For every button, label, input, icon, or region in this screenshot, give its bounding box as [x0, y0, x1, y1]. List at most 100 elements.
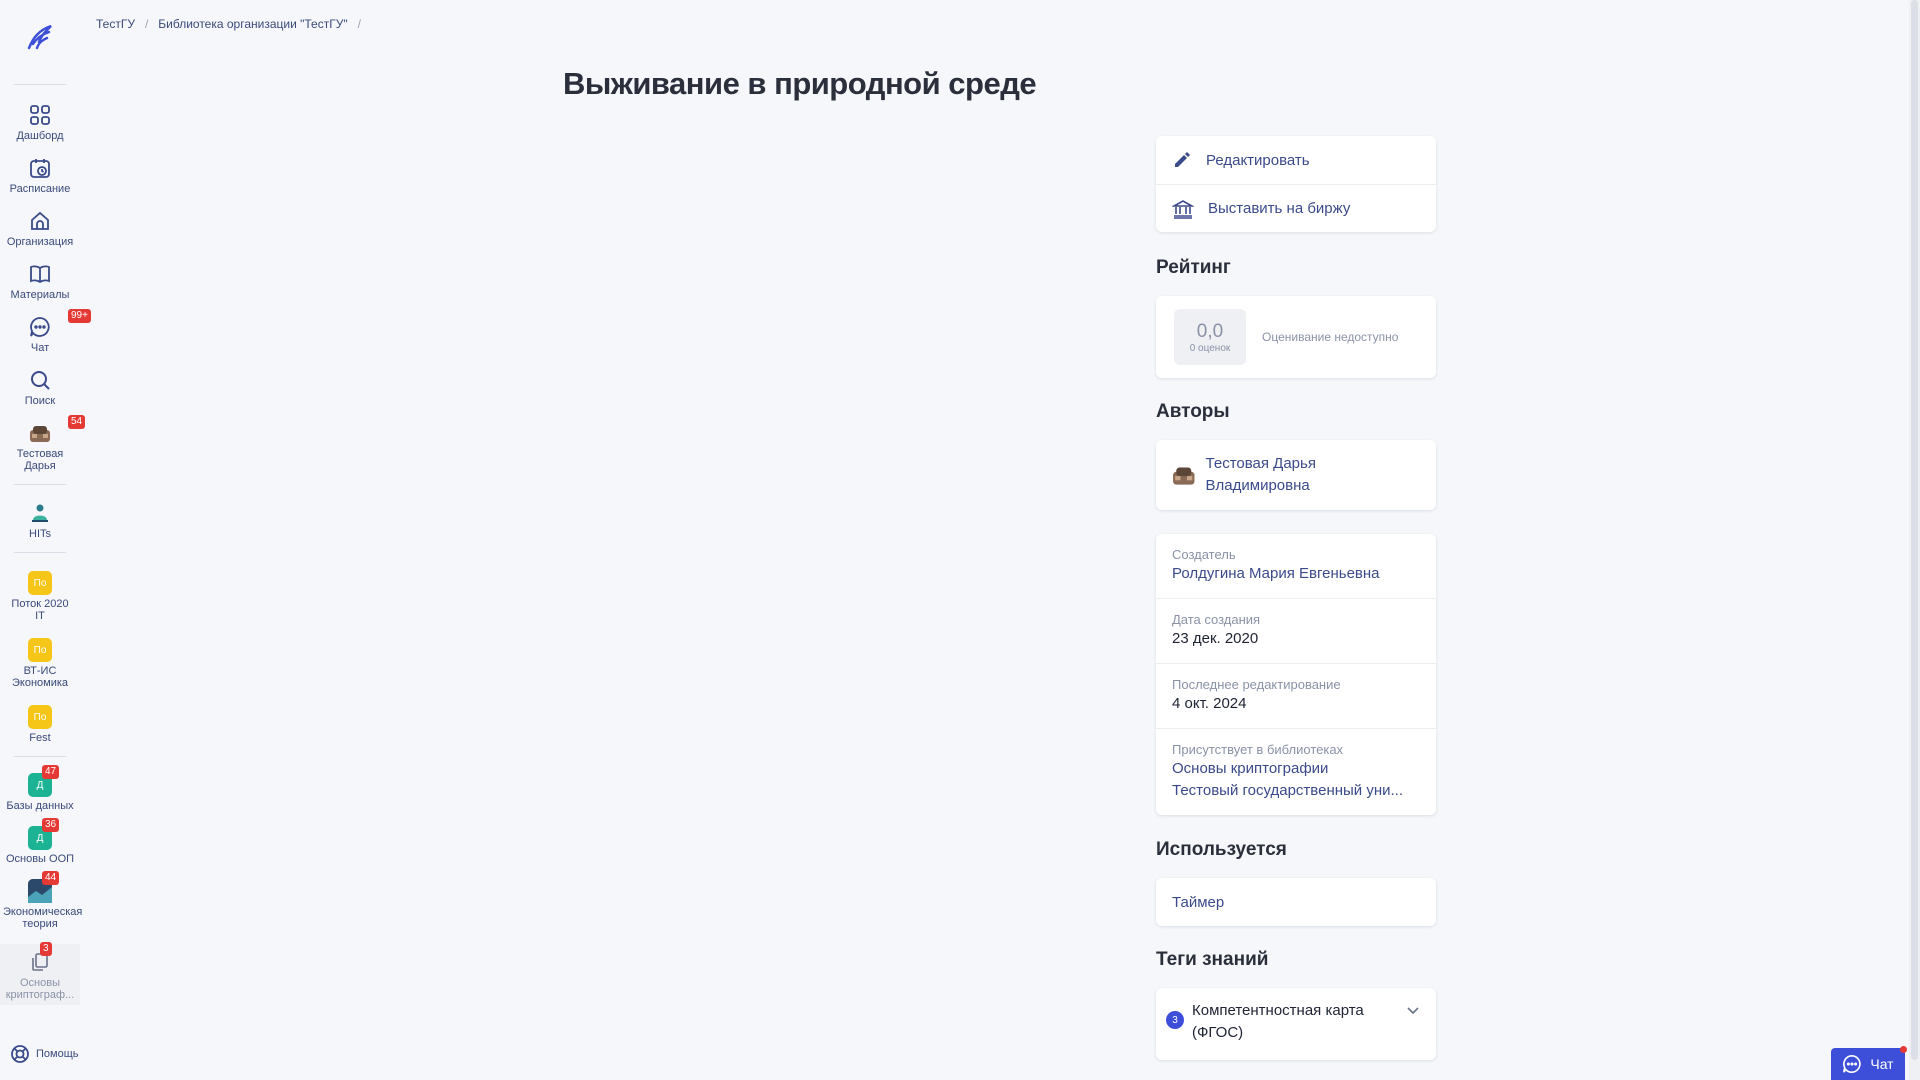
sidebar-item-course-oop[interactable]: Д 36 Основы ООП	[0, 818, 80, 865]
sidebar-item-label: Основы ООП	[5, 853, 75, 865]
sidebar-item-label: HITs	[29, 528, 51, 540]
course-badge: 44	[42, 871, 60, 885]
sidebar-item-label: Расписание	[9, 183, 71, 195]
search-icon	[28, 368, 52, 392]
sidebar-item-label: Fest	[29, 732, 51, 744]
sidebar-item-course-crypto[interactable]: 3 Основы криптограф...	[0, 942, 80, 1005]
rating-count: 0 оценок	[1189, 342, 1231, 354]
avatar: 54	[28, 415, 86, 445]
creator-label: Создатель	[1172, 547, 1236, 562]
creator-link[interactable]: Ролдугина Мария Евгеньевна	[1172, 563, 1420, 585]
breadcrumb-item[interactable]: ТестГУ	[96, 17, 135, 31]
sidebar-item-label: Поиск	[24, 395, 56, 407]
sidebar-item-label: Основы криптограф...	[5, 977, 75, 1001]
tag-item[interactable]: 3 Компетентностная карта (ФГОС)	[1156, 988, 1436, 1060]
used-item[interactable]: Таймер	[1156, 878, 1436, 926]
chat-fab-label: Чат	[1870, 1056, 1894, 1072]
rating-heading: Рейтинг	[1156, 257, 1231, 278]
course-badge: 47	[42, 765, 60, 779]
hits-logo-icon	[28, 501, 52, 525]
sidebar-item-dashboard[interactable]: Дашборд	[0, 103, 80, 142]
created-date: 23 дек. 2020	[1172, 630, 1259, 647]
library-link[interactable]: Основы криптографии	[1172, 758, 1420, 780]
sidebar-item-profile[interactable]: 54 Тестовая Дарья	[0, 415, 86, 472]
edited-label: Последнее редактирование	[1172, 677, 1341, 692]
library-link[interactable]: Тестовый государственный уни...	[1172, 780, 1420, 802]
sidebar-item-stream-fest[interactable]: По Fest	[0, 705, 80, 744]
chat-icon: 99+	[28, 309, 91, 339]
edited-date: 4 окт. 2024	[1172, 695, 1247, 712]
breadcrumb: ТестГУ / Библиотека организации "ТестГУ"…	[96, 17, 361, 31]
breadcrumb-separator: /	[357, 17, 361, 31]
exchange-button[interactable]: Выставить на биржу	[1156, 184, 1436, 232]
rating-note: Оценивание недоступно	[1262, 330, 1399, 344]
authors-heading: Авторы	[1156, 401, 1230, 422]
sidebar-item-hits[interactable]: HITs	[0, 501, 80, 540]
sidebar-item-chat[interactable]: 99+ Чат	[0, 309, 91, 354]
chat-icon	[1843, 1054, 1862, 1073]
sidebar-item-label: Поток 2020 IT	[11, 598, 69, 622]
breadcrumb-separator: /	[144, 17, 149, 31]
course-badge: 36	[42, 818, 60, 832]
edit-button[interactable]: Редактировать	[1156, 136, 1436, 184]
sidebar-item-label: Чат	[30, 342, 50, 354]
sidebar-item-label: Дашборд	[16, 130, 64, 142]
sidebar-item-organization[interactable]: Организация	[0, 209, 80, 248]
tags-heading: Теги знаний	[1156, 949, 1269, 970]
bank-icon	[1172, 199, 1194, 219]
sidebar-item-course-databases[interactable]: Д 47 Базы данных	[0, 765, 80, 812]
tag-count-badge: 3	[1166, 1011, 1184, 1029]
notification-dot	[1900, 1046, 1907, 1053]
author-avatar	[1173, 467, 1195, 485]
rating-card: 0,0 0 оценок Оценивание недоступно	[1156, 296, 1436, 378]
used-heading: Используется	[1156, 839, 1287, 860]
sidebar-item-course-economics[interactable]: 44 Экономическая теория	[0, 871, 83, 930]
chat-fab-button[interactable]: Чат	[1831, 1046, 1907, 1080]
author-name-link[interactable]: Тестовая Дарья Владимировна	[1206, 453, 1420, 497]
sidebar-item-stream-2020[interactable]: По Поток 2020 IT	[0, 571, 80, 622]
chevron-down-icon[interactable]	[1406, 1004, 1420, 1018]
scrollbar-thumb[interactable]	[1911, 0, 1918, 1060]
rating-value: 0,0	[1196, 320, 1224, 342]
sidebar-item-label: ВТ-ИС Экономика	[11, 665, 69, 689]
libraries-label: Присутствует в библиотеках	[1172, 742, 1344, 757]
course-avatar-letter: Д	[36, 779, 44, 791]
created-label: Дата создания	[1172, 612, 1261, 627]
breadcrumb-item[interactable]: Библиотека организации "ТестГУ"	[158, 17, 347, 31]
profile-badge: 54	[68, 415, 86, 429]
pencil-icon	[1175, 152, 1190, 167]
sidebar-item-label: Тестовая Дарья	[16, 448, 64, 472]
calendar-icon	[28, 156, 52, 180]
app-logo[interactable]	[21, 18, 59, 56]
page-title: Выживание в природной среде	[563, 66, 1037, 101]
course-avatar: Д 47	[28, 765, 60, 797]
creator-row: Создатель Ролдугина Мария Евгеньевна	[1156, 534, 1436, 599]
exchange-label: Выставить на биржу	[1208, 200, 1351, 217]
actions-card: Редактировать Выставить на биржу	[1156, 136, 1436, 232]
dashboard-icon	[28, 103, 52, 127]
document-stack-icon: 3	[28, 942, 52, 974]
sidebar-item-schedule[interactable]: Расписание	[0, 156, 80, 195]
sidebar-item-stream-vt-is[interactable]: По ВТ-ИС Экономика	[0, 638, 80, 689]
author-card: Тестовая Дарья Владимировна	[1156, 440, 1436, 510]
sidebar: Дашборд Расписание Организация Материалы…	[0, 0, 91, 1080]
help-link[interactable]: Помощь	[10, 1044, 79, 1064]
book-icon	[28, 262, 52, 286]
sidebar-item-label: Организация	[6, 236, 74, 248]
organization-icon	[28, 209, 52, 233]
sidebar-item-label: Материалы	[10, 289, 70, 301]
sidebar-item-label: Экономическая теория	[3, 906, 83, 930]
info-card: Создатель Ролдугина Мария Евгеньевна Дат…	[1156, 534, 1436, 815]
edited-row: Последнее редактирование 4 окт. 2024	[1156, 664, 1436, 729]
sidebar-item-materials[interactable]: Материалы	[0, 262, 80, 301]
page-scrollbar[interactable]	[1909, 0, 1920, 1080]
course-badge: 3	[40, 942, 52, 956]
lifebuoy-icon	[11, 1045, 29, 1063]
course-avatar-letter: Д	[36, 832, 44, 844]
sidebar-item-search[interactable]: Поиск	[0, 368, 80, 407]
stream-avatar: По	[28, 571, 52, 595]
tag-label: Компетентностная карта (ФГОС)	[1192, 1002, 1364, 1041]
stream-avatar: По	[28, 705, 52, 729]
course-avatar: Д 36	[28, 818, 60, 850]
chat-badge: 99+	[68, 309, 91, 323]
